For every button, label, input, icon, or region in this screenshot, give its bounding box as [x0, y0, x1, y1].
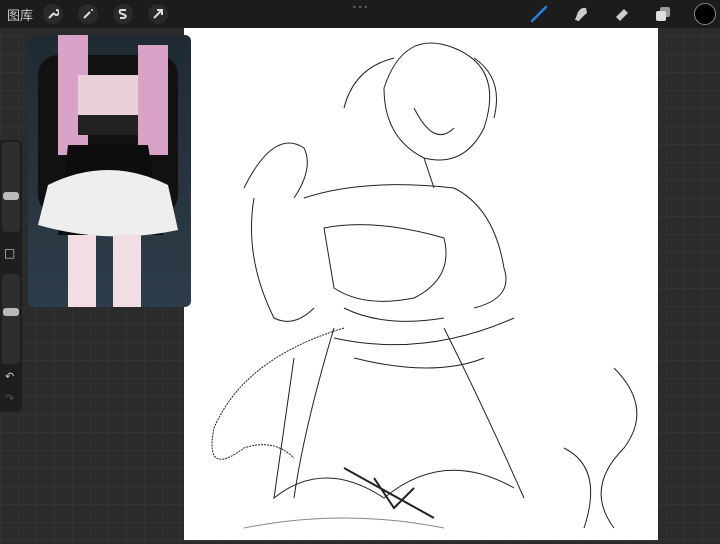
layers-icon[interactable] — [652, 4, 674, 24]
slider-handle[interactable] — [3, 308, 19, 316]
sidebar: □ ↶ ↷ — [0, 140, 22, 412]
opacity-slider[interactable] — [2, 274, 20, 364]
redo-button[interactable]: ↷ — [5, 392, 14, 405]
brush-icon[interactable] — [528, 4, 550, 24]
eraser-icon[interactable] — [611, 4, 633, 24]
gallery-button[interactable]: 图库 — [6, 4, 34, 24]
top-toolbar: 图库 ••• — [0, 0, 720, 28]
modify-button[interactable]: □ — [4, 246, 15, 260]
magic-wand-icon[interactable] — [78, 4, 98, 24]
slider-handle[interactable] — [3, 192, 19, 200]
brush-size-slider[interactable] — [2, 142, 20, 232]
transform-arrow-icon[interactable] — [148, 4, 168, 24]
drawing-canvas[interactable] — [184, 28, 658, 540]
sketch-artwork — [211, 42, 638, 529]
wrench-icon[interactable] — [43, 4, 63, 24]
selection-icon[interactable] — [113, 4, 133, 24]
drag-handle-icon[interactable]: ••• — [352, 3, 369, 12]
undo-button[interactable]: ↶ — [5, 370, 14, 383]
reference-character-image — [38, 35, 178, 307]
color-picker-button[interactable] — [694, 3, 716, 25]
reference-image-panel[interactable] — [28, 35, 191, 307]
smudge-icon[interactable] — [570, 4, 592, 24]
